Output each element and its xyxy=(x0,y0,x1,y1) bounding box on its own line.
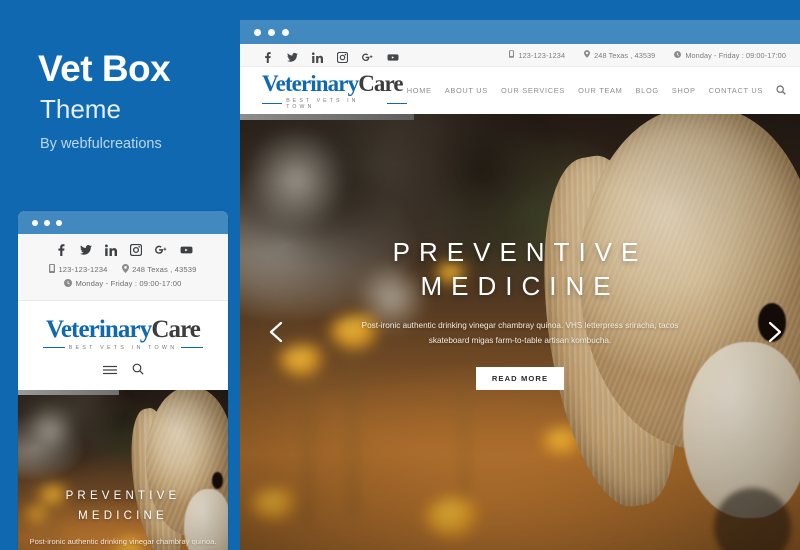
linkedin-icon[interactable] xyxy=(312,50,323,63)
nav-item-our-services[interactable]: OUR SERVICES xyxy=(501,86,565,95)
youtube-icon[interactable] xyxy=(387,50,399,61)
location-pin-icon xyxy=(122,264,130,277)
slider-next-button[interactable] xyxy=(761,319,787,345)
main-preview-window: 123-123-1234 248 Texas , 43539 Monday - … xyxy=(240,20,800,550)
mobile-topbar: 123-123-1234 248 Texas , 43539 Monday - … xyxy=(18,234,228,301)
window-dot-maximize[interactable] xyxy=(56,219,62,226)
mobile-site-logo[interactable]: VeterinaryCare xyxy=(18,317,228,342)
window-dot-close[interactable] xyxy=(254,28,261,36)
clock-icon xyxy=(674,50,682,60)
promo-title: Vet Box xyxy=(38,48,171,89)
contact-address: 248 Texas , 43539 xyxy=(584,50,655,60)
phone-icon xyxy=(509,50,515,60)
slide-caption: PREVENTIVE MEDICINE Post-ironic authenti… xyxy=(240,236,800,390)
facebook-icon[interactable] xyxy=(262,50,273,63)
contact-hours: Monday - Friday : 09:00-17:00 xyxy=(674,50,786,60)
social-links xyxy=(262,50,399,63)
facebook-icon[interactable] xyxy=(55,243,67,256)
hamburger-menu-icon[interactable] xyxy=(102,362,117,380)
clock-icon xyxy=(64,278,73,291)
twitter-icon[interactable] xyxy=(287,50,298,62)
mobile-address: 248 Texas , 43539 xyxy=(132,265,197,274)
nav-item-about-us[interactable]: ABOUT US xyxy=(445,86,488,95)
mobile-logo-area: VeterinaryCare BEST VETS IN TOWN xyxy=(18,300,228,390)
mobile-window-titlebar xyxy=(18,211,228,234)
search-icon[interactable] xyxy=(776,84,786,97)
slider-prev-button[interactable] xyxy=(264,319,290,345)
mobile-social-links xyxy=(18,243,228,257)
googleplus-icon[interactable] xyxy=(362,50,373,61)
twitter-icon[interactable] xyxy=(79,243,92,255)
site-header: VeterinaryCare BEST VETS IN TOWN HOME AB… xyxy=(240,67,800,114)
contact-hours-text: Monday - Friday : 09:00-17:00 xyxy=(685,50,786,60)
site-logo[interactable]: VeterinaryCare BEST VETS IN TOWN xyxy=(262,72,407,110)
nav-item-blog[interactable]: BLOG xyxy=(636,86,659,95)
mobile-slider-loading-bar xyxy=(18,389,119,395)
promo-author: By webfulcreations xyxy=(40,136,162,152)
screenshot-root: Vet Box Theme By webfulcreations 123-123… xyxy=(0,0,800,550)
slide-description: Post-ironic authentic drinking vinegar c… xyxy=(361,320,679,346)
nav-item-our-team[interactable]: OUR TEAM xyxy=(578,86,622,95)
location-pin-icon xyxy=(584,50,591,60)
instagram-icon[interactable] xyxy=(129,243,142,257)
main-navigation: HOME ABOUT US OUR SERVICES OUR TEAM BLOG… xyxy=(407,84,786,97)
nav-item-shop[interactable]: SHOP xyxy=(672,86,696,95)
site-contact-info: 123-123-1234 248 Texas , 43539 Monday - … xyxy=(509,50,786,60)
window-dot-maximize[interactable] xyxy=(282,28,289,36)
mobile-phone: 123-123-1234 xyxy=(58,265,108,274)
mobile-slide-heading-line1: PREVENTIVE xyxy=(65,489,181,502)
mobile-contact-info: 123-123-1234 248 Texas , 43539 Monday - … xyxy=(18,263,228,292)
slide-heading-line2: MEDICINE xyxy=(420,270,620,301)
contact-phone: 123-123-1234 xyxy=(509,50,565,60)
logo-secondary-text: Care xyxy=(151,315,201,343)
instagram-icon[interactable] xyxy=(336,50,349,63)
logo-primary-text: Veterinary xyxy=(262,70,359,96)
logo-tagline: BEST VETS IN TOWN xyxy=(262,98,407,110)
mobile-slide-heading-line2: MEDICINE xyxy=(78,509,168,522)
mobile-contact-row-2: Monday - Friday : 09:00-17:00 xyxy=(18,277,228,291)
search-icon[interactable] xyxy=(132,362,144,380)
window-dot-minimize[interactable] xyxy=(268,28,275,36)
mobile-contact-row-1: 123-123-1234 248 Texas , 43539 xyxy=(18,263,228,277)
nav-item-home[interactable]: HOME xyxy=(407,86,432,95)
mobile-preview-window: 123-123-1234 248 Texas , 43539 Monday - … xyxy=(18,211,228,550)
hero-slider[interactable]: PREVENTIVE MEDICINE Post-ironic authenti… xyxy=(240,114,800,550)
promo-subtitle: Theme xyxy=(40,94,121,124)
nav-item-contact-us[interactable]: CONTACT US xyxy=(709,86,763,95)
mobile-hours: Monday - Friday : 09:00-17:00 xyxy=(75,279,182,289)
site-topbar: 123-123-1234 248 Texas , 43539 Monday - … xyxy=(240,44,800,67)
logo-secondary-text: Care xyxy=(358,70,403,96)
mobile-slide-caption: PREVENTIVE MEDICINE Post-ironic authenti… xyxy=(18,486,228,550)
mobile-slide-description: Post-ironic authentic drinking vinegar c… xyxy=(29,536,217,546)
logo-primary-text: Veterinary xyxy=(45,315,152,343)
contact-address-text: 248 Texas , 43539 xyxy=(594,50,656,60)
mobile-hero-slider[interactable]: PREVENTIVE MEDICINE Post-ironic authenti… xyxy=(18,389,228,550)
slide-heading-line1: PREVENTIVE xyxy=(392,237,648,267)
phone-icon xyxy=(49,264,56,277)
youtube-icon[interactable] xyxy=(180,243,192,255)
googleplus-icon[interactable] xyxy=(154,243,167,255)
slider-loading-bar xyxy=(240,114,414,120)
window-dot-close[interactable] xyxy=(32,219,38,226)
linkedin-icon[interactable] xyxy=(104,243,117,256)
main-window-titlebar xyxy=(240,20,800,44)
contact-phone-text: 123-123-1234 xyxy=(518,50,566,60)
window-dot-minimize[interactable] xyxy=(44,219,50,226)
mobile-nav-icons xyxy=(18,351,228,390)
read-more-button[interactable]: READ MORE xyxy=(475,366,565,390)
